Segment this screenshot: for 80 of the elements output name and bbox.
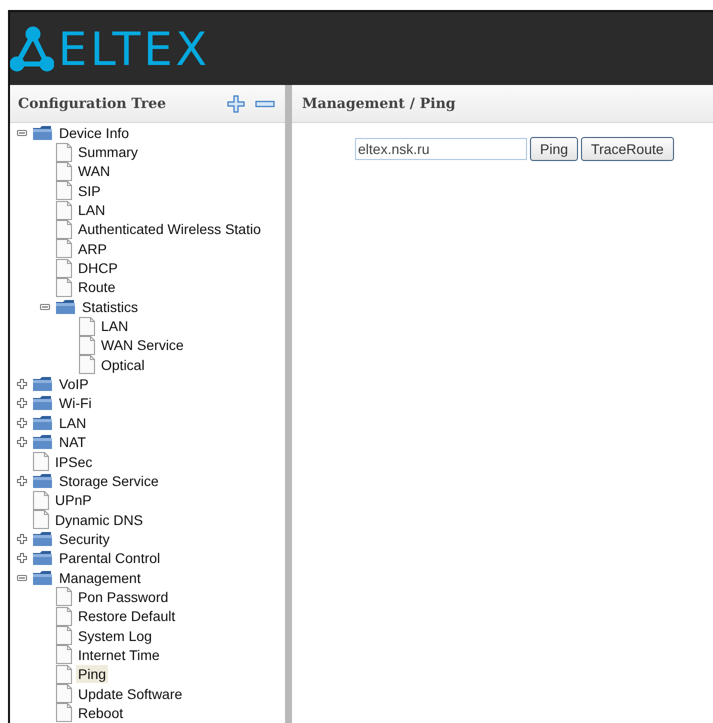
logo-text: ELTEX — [58, 26, 210, 72]
expand-all-icon[interactable] — [227, 94, 245, 112]
folder-icon — [33, 377, 53, 392]
host-field[interactable]: eltex.nsk.ru — [355, 138, 527, 160]
page-icon — [56, 239, 72, 258]
tree-item[interactable]: LAN — [76, 201, 108, 220]
page-icon — [33, 490, 49, 510]
collapse-icon[interactable] — [16, 574, 26, 581]
folder-icon — [33, 551, 53, 566]
tree-item[interactable]: LAN — [57, 414, 88, 432]
tree-item[interactable]: IPSec — [53, 452, 94, 471]
page-icon — [56, 664, 72, 684]
page-icon — [56, 142, 72, 162]
folder-icon — [56, 300, 76, 314]
expand-icon[interactable] — [16, 476, 26, 486]
tree-item[interactable]: Storage Service — [57, 472, 161, 490]
tree-item[interactable]: WAN — [76, 162, 112, 180]
page-icon — [56, 684, 72, 704]
folder-icon — [33, 126, 53, 140]
expand-icon[interactable] — [16, 553, 26, 564]
tree-item[interactable]: Wi-Fi — [57, 394, 94, 412]
page-title: Management / Ping — [302, 96, 456, 112]
page-icon — [56, 220, 72, 239]
tree-item[interactable]: Route — [76, 278, 118, 296]
tree-item[interactable]: Device Info — [57, 124, 132, 142]
tree-item[interactable]: DHCP — [76, 259, 120, 278]
tree-item[interactable]: Restore Default — [76, 607, 178, 626]
tree-item[interactable]: Authenticated Wireless Statio — [76, 220, 263, 238]
folder-icon — [33, 396, 53, 410]
tree-item[interactable]: Parental Control — [57, 549, 162, 568]
logo-icon — [10, 26, 54, 72]
tree-item[interactable]: Dynamic DNS — [53, 510, 145, 529]
tree-item[interactable]: UPnP — [53, 491, 94, 510]
tree-item[interactable]: Reboot — [76, 704, 126, 722]
tree-item[interactable]: Ping — [76, 665, 108, 684]
expand-icon[interactable] — [16, 379, 26, 390]
tree-item[interactable]: LAN — [99, 317, 130, 336]
page-icon — [33, 510, 49, 530]
collapse-icon[interactable] — [16, 130, 26, 136]
folder-icon — [33, 474, 53, 488]
expand-icon[interactable] — [16, 418, 26, 428]
page-icon — [56, 606, 72, 626]
folder-icon — [33, 416, 53, 430]
page-icon — [56, 181, 72, 200]
tree-item[interactable]: Pon Password — [76, 588, 170, 606]
tree-item[interactable]: SIP — [76, 182, 103, 200]
folder-icon — [33, 532, 53, 546]
page-icon — [79, 336, 95, 355]
page-icon — [56, 278, 72, 297]
collapse-all-icon[interactable] — [255, 100, 275, 108]
tree-item[interactable]: Management — [57, 568, 143, 587]
traceroute-button[interactable]: TraceRoute — [581, 137, 674, 161]
tree-item[interactable]: System Log — [76, 626, 154, 645]
page-icon — [56, 258, 72, 278]
page-icon — [56, 645, 72, 664]
tree-item[interactable]: WAN Service — [99, 336, 186, 354]
tree-item[interactable]: ARP — [76, 240, 109, 258]
page-icon — [56, 587, 72, 606]
collapse-icon[interactable] — [40, 304, 50, 310]
page-icon — [79, 355, 95, 374]
expand-icon[interactable] — [16, 398, 26, 408]
tree-item[interactable]: Optical — [99, 356, 147, 374]
tree-item[interactable]: NAT — [57, 433, 88, 452]
tree-item[interactable]: Statistics — [80, 298, 140, 316]
tree-item[interactable]: Security — [57, 530, 112, 548]
expand-icon[interactable] — [16, 534, 26, 544]
ping-button[interactable]: Ping — [530, 137, 578, 161]
tree-item[interactable]: Summary — [76, 143, 140, 162]
page-icon — [33, 452, 49, 472]
tree-item[interactable]: Internet Time — [76, 646, 162, 664]
tree-item[interactable]: VoIP — [57, 375, 91, 394]
page-icon — [56, 162, 72, 181]
folder-icon — [33, 435, 53, 450]
folder-icon — [33, 570, 53, 585]
expand-icon[interactable] — [16, 437, 26, 448]
page-icon — [56, 626, 72, 646]
page-icon — [56, 200, 72, 220]
tree-item[interactable]: Update Software — [76, 684, 184, 703]
panel-title: Configuration Tree — [18, 96, 168, 112]
page-icon — [79, 316, 95, 336]
